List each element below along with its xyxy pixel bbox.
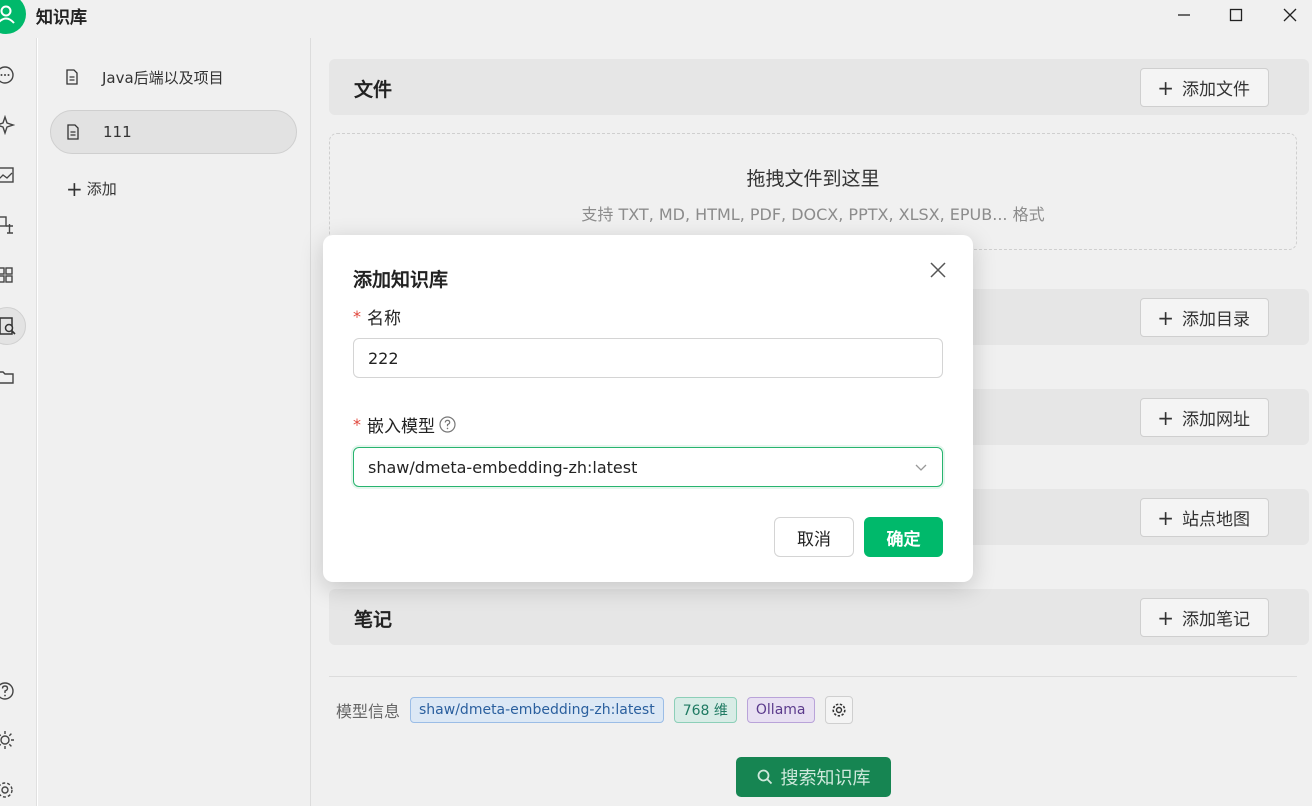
chevron-down-icon <box>915 464 927 471</box>
question-icon[interactable] <box>439 416 456 433</box>
embed-field-label: * 嵌入模型 <box>353 412 456 437</box>
name-field-label: * 名称 <box>353 304 401 329</box>
name-label-text: 名称 <box>367 309 401 329</box>
embed-model-value: shaw/dmeta-embedding-zh:latest <box>368 457 638 477</box>
confirm-button[interactable]: 确定 <box>864 517 943 557</box>
close-icon <box>930 262 946 278</box>
add-kb-dialog: 添加知识库 * 名称 * 嵌入模型 shaw/dmeta-embedding-z… <box>323 235 973 582</box>
embed-model-select[interactable]: shaw/dmeta-embedding-zh:latest <box>353 447 943 487</box>
cancel-button[interactable]: 取消 <box>774 517 854 557</box>
name-input[interactable] <box>353 338 943 378</box>
embed-label-text: 嵌入模型 <box>367 417 435 437</box>
dialog-close-button[interactable] <box>927 259 949 281</box>
required-mark: * <box>353 415 361 434</box>
required-mark: * <box>353 307 361 326</box>
dialog-title: 添加知识库 <box>353 269 449 291</box>
